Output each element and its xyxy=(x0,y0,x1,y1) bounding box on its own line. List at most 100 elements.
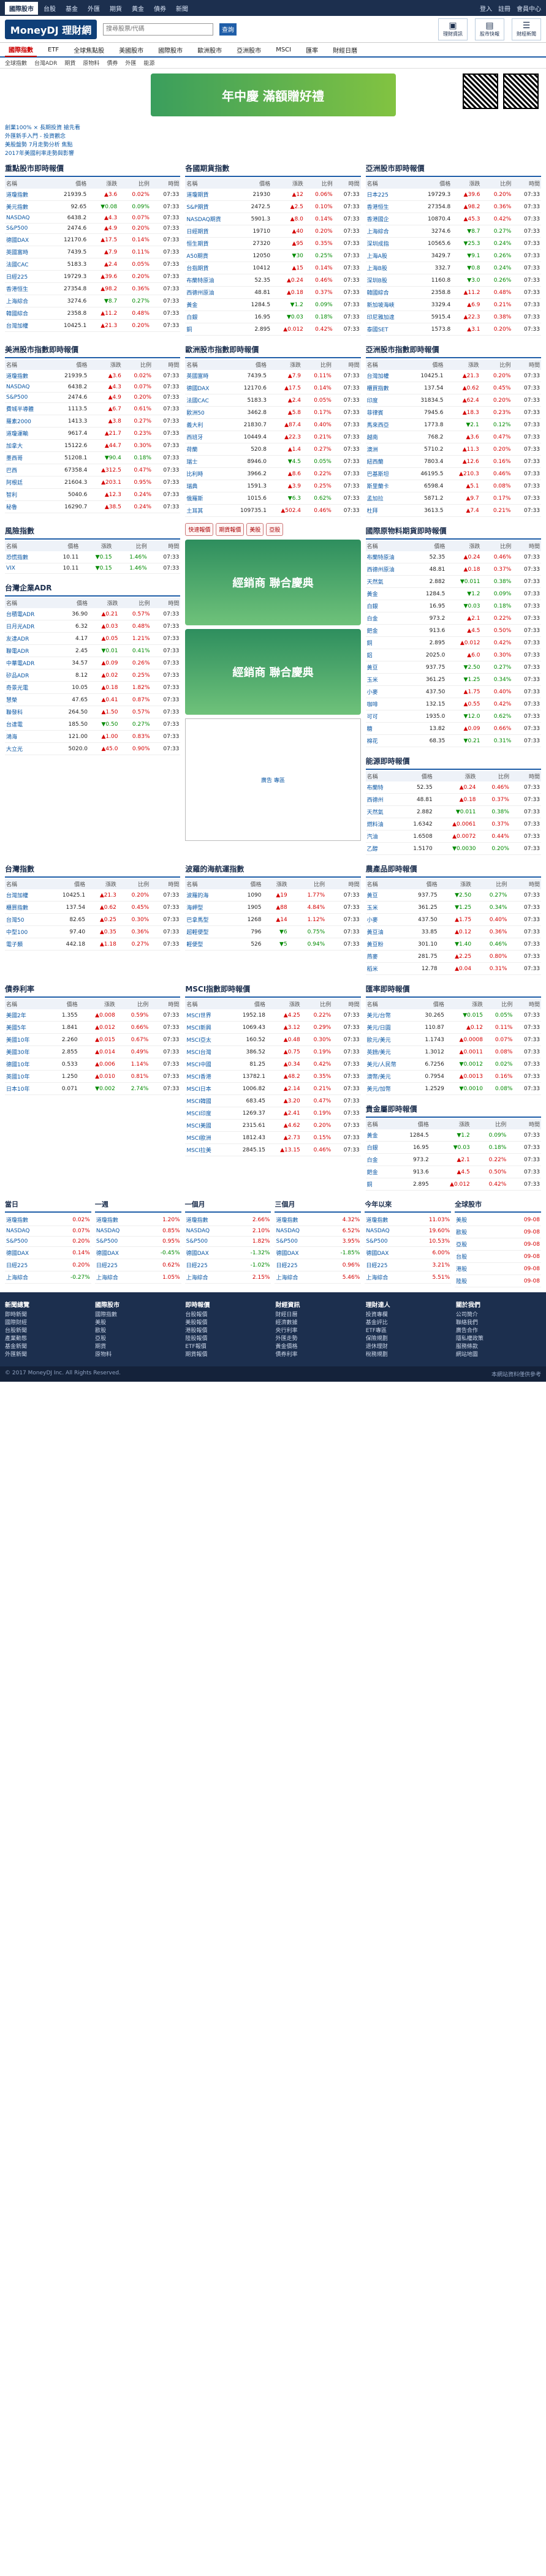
symbol-name[interactable]: 台達電 xyxy=(5,718,55,731)
table-row[interactable]: 台達電 185.50 ▼0.50 0.27% 07:33 xyxy=(5,718,181,731)
symbol-name[interactable]: 英國富時 xyxy=(185,370,224,382)
table-row[interactable]: 日本225 19729.3 ▲39.6 0.20% 07:33 xyxy=(365,189,541,201)
symbol-name[interactable]: 新加坡海峽 xyxy=(365,298,413,311)
symbol-name[interactable]: 黃豆油 xyxy=(365,925,400,938)
symbol-name[interactable]: 超輕便型 xyxy=(185,925,232,938)
symbol-name[interactable]: 布蘭特原油 xyxy=(365,551,413,563)
symbol-name[interactable]: 瑞典 xyxy=(185,480,224,492)
symbol-name[interactable]: 乙醇 xyxy=(365,842,398,855)
table-row[interactable]: 櫃買指數 137.54 ▲0.62 0.45% 07:33 xyxy=(365,382,541,394)
symbol-name[interactable]: 德國DAX xyxy=(5,233,47,246)
table-row[interactable]: 汽油 1.6508 ▲0.0072 0.44% 07:33 xyxy=(365,830,541,843)
symbol-name[interactable]: 美元/台幣 xyxy=(365,1009,414,1022)
symbol-name[interactable]: NASDAQ xyxy=(94,1226,142,1237)
announcement-link[interactable]: 美股盤勢 7月走勢分析 焦點 xyxy=(5,141,541,149)
symbol-name[interactable]: 台積電ADR xyxy=(5,608,55,620)
table-row[interactable]: S&P500 2474.6 ▲4.9 0.20% 07:33 xyxy=(5,223,181,234)
quick-quote-button[interactable]: 快速報價 xyxy=(185,523,214,536)
symbol-name[interactable]: 歐洲50 xyxy=(185,406,224,419)
symbol-name[interactable]: 斯里蘭卡 xyxy=(365,480,405,492)
table-row[interactable]: 電子類 442.18 ▲1.18 0.27% 07:33 xyxy=(5,938,181,951)
symbol-name[interactable]: NASDAQ xyxy=(5,382,51,393)
symbol-name[interactable]: 台灣加權 xyxy=(5,889,45,902)
table-row[interactable]: MSCI台灣 386.52 ▲0.75 0.19% 07:33 xyxy=(185,1045,361,1058)
symbol-name[interactable]: 黃金 xyxy=(365,587,413,600)
symbol-name[interactable]: 亞股 xyxy=(455,1238,491,1251)
symbol-name[interactable]: 黃金 xyxy=(365,1129,390,1142)
table-row[interactable]: 黃金 1284.5 ▼1.2 0.09% 07:33 xyxy=(365,1129,541,1142)
table-row[interactable]: 上海綜合 -0.27% xyxy=(5,1271,91,1284)
symbol-name[interactable]: MSCI韓國 xyxy=(185,1094,228,1107)
us-stock-button[interactable]: 美股 xyxy=(246,523,264,536)
footer-link[interactable]: 國際財經 xyxy=(5,1319,90,1327)
table-row[interactable]: MSCI美國 2315.61 ▲4.62 0.20% 07:33 xyxy=(185,1119,361,1132)
symbol-name[interactable]: 德國DAX xyxy=(5,1246,52,1259)
symbol-name[interactable]: 恐慌指數 xyxy=(5,551,48,563)
symbol-name[interactable]: 上海綜合 xyxy=(365,225,413,238)
table-row[interactable]: 歐股 09-08 xyxy=(455,1226,541,1238)
table-row[interactable]: 澳幣/美元 0.7954 ▲0.0013 0.16% 07:33 xyxy=(365,1070,541,1083)
table-row[interactable]: 美國10年 2.260 ▲0.015 0.67% 07:33 xyxy=(5,1033,181,1046)
symbol-name[interactable]: 中華電ADR xyxy=(5,657,55,669)
table-row[interactable]: MSCI亞太 160.52 ▲0.48 0.30% 07:33 xyxy=(185,1033,361,1046)
symbol-name[interactable]: 日經期貨 xyxy=(185,225,240,238)
table-row[interactable]: 美元/台幣 30.265 ▼0.015 0.05% 07:33 xyxy=(365,1009,541,1022)
table-row[interactable]: 紐西蘭 7803.4 ▲12.6 0.16% 07:33 xyxy=(365,455,541,468)
symbol-name[interactable]: 聯發科 xyxy=(5,706,55,718)
table-row[interactable]: NASDAQ 0.07% xyxy=(5,1226,91,1237)
table-row[interactable]: 鈀金 913.6 ▲4.5 0.50% 07:33 xyxy=(365,1166,541,1178)
symbol-name[interactable]: 道瓊期貨 xyxy=(185,189,240,201)
symbol-name[interactable]: MSCI台灣 xyxy=(185,1045,228,1058)
table-row[interactable]: 荷蘭 520.8 ▲1.4 0.27% 07:33 xyxy=(185,443,361,456)
symbol-name[interactable]: 玉米 xyxy=(365,673,413,686)
symbol-name[interactable]: 聯電ADR xyxy=(5,644,55,657)
table-row[interactable]: 日經225 -1.02% xyxy=(184,1259,271,1271)
member-link[interactable]: 會員中心 xyxy=(517,4,541,13)
table-row[interactable]: 聯電ADR 2.45 ▼0.01 0.41% 07:33 xyxy=(5,644,181,657)
topnav-tab-7[interactable]: 新聞 xyxy=(172,2,192,15)
symbol-name[interactable]: 英鎊/美元 xyxy=(365,1045,414,1058)
table-row[interactable]: 英國富時 7439.5 ▲7.9 0.11% 07:33 xyxy=(185,370,361,382)
topnav-tab-0[interactable]: 國際股市 xyxy=(5,1,38,15)
table-row[interactable]: 鋁 2025.0 ▲6.0 0.30% 07:33 xyxy=(365,649,541,661)
symbol-name[interactable]: 恒生期貨 xyxy=(185,237,240,250)
symbol-name[interactable]: 慧榮 xyxy=(5,693,55,706)
symbol-name[interactable]: 深圳B股 xyxy=(365,274,413,287)
table-row[interactable]: 美元/加幣 1.2529 ▼0.0010 0.08% 07:33 xyxy=(365,1082,541,1095)
table-row[interactable]: 英國10年 1.250 ▲0.010 0.81% 07:33 xyxy=(5,1070,181,1083)
table-row[interactable]: 深圳B股 1160.8 ▼3.0 0.26% 07:33 xyxy=(365,274,541,287)
symbol-name[interactable]: S&P500 xyxy=(5,1236,52,1247)
table-row[interactable]: NASDAQ 19.60% xyxy=(365,1226,452,1237)
table-row[interactable]: 日經225 0.62% xyxy=(94,1259,181,1271)
table-row[interactable]: 銅 2.895 ▲0.012 0.42% 07:33 xyxy=(185,323,361,336)
footer-link[interactable]: 保險規劃 xyxy=(366,1335,451,1343)
symbol-name[interactable]: 孟加拉 xyxy=(365,492,405,505)
table-row[interactable]: 德國DAX -1.85% xyxy=(275,1246,362,1259)
symbol-name[interactable]: 美國2年 xyxy=(5,1009,48,1022)
symbol-name[interactable]: 美國10年 xyxy=(5,1033,48,1046)
symbol-name[interactable]: 巴拿馬型 xyxy=(185,913,232,926)
symbol-name[interactable]: S&P500 xyxy=(365,1236,411,1247)
footer-link[interactable]: 台股新聞 xyxy=(5,1327,90,1335)
footer-link[interactable]: 債券利率 xyxy=(276,1351,361,1359)
table-row[interactable]: 西德州原油 48.81 ▲0.18 0.37% 07:33 xyxy=(185,286,361,299)
table-row[interactable]: 玉米 361.25 ▼1.25 0.34% 07:33 xyxy=(365,901,541,914)
table-row[interactable]: 玉米 361.25 ▼1.25 0.34% 07:33 xyxy=(365,673,541,686)
symbol-name[interactable]: 美元/加幣 xyxy=(365,1082,414,1095)
table-row[interactable]: 黃豆 937.75 ▼2.50 0.27% 07:33 xyxy=(365,661,541,674)
table-row[interactable]: 巴基斯坦 46195.5 ▲210.3 0.46% 07:33 xyxy=(365,467,541,480)
table-row[interactable]: 日經225 3.21% xyxy=(365,1259,452,1271)
table-row[interactable]: 菲律賓 7945.6 ▲18.3 0.23% 07:33 xyxy=(365,406,541,419)
table-row[interactable]: 台灣加權 10425.1 ▲21.3 0.20% 07:33 xyxy=(5,889,181,902)
footer-link[interactable]: 經濟數據 xyxy=(276,1319,361,1327)
subnav-item[interactable]: 歐洲股市 xyxy=(194,43,226,56)
table-row[interactable]: 上海綜合 3274.6 ▼8.7 0.27% 07:33 xyxy=(5,295,181,307)
table-row[interactable]: 布蘭特原油 52.35 ▲0.24 0.46% 07:33 xyxy=(365,551,541,563)
subnav-item[interactable]: 國際股市 xyxy=(154,43,186,56)
table-row[interactable]: NASDAQ 0.85% xyxy=(94,1226,181,1237)
symbol-name[interactable]: 稻米 xyxy=(365,962,400,975)
table-row[interactable]: 西德州 48.81 ▲0.18 0.37% 07:33 xyxy=(365,793,541,806)
symbol-name[interactable]: 紐西蘭 xyxy=(365,455,405,468)
symbol-name[interactable]: 波羅的海 xyxy=(185,889,232,902)
symbol-name[interactable]: MSCI歐洲 xyxy=(185,1131,228,1144)
